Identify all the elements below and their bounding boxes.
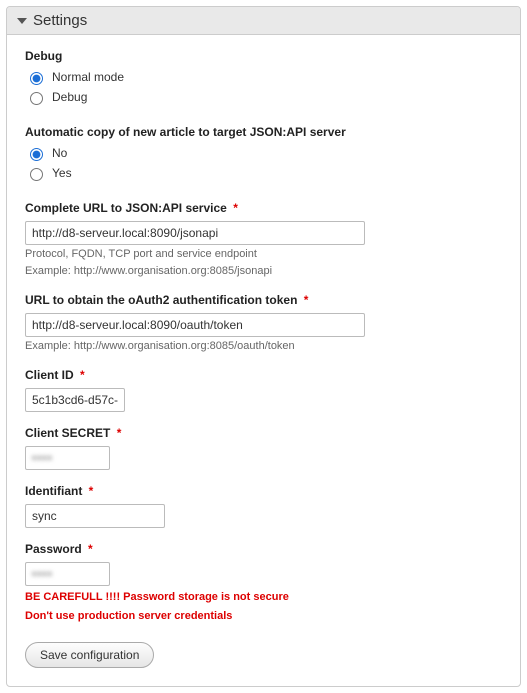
url-jsonapi-label: Complete URL to JSON:API service *	[25, 201, 502, 215]
password-warning-2: Don't use production server credentials	[25, 609, 502, 624]
settings-panel: Settings Debug Normal mode Debug Automat…	[6, 6, 521, 687]
url-oauth-label: URL to obtain the oAuth2 authentificatio…	[25, 293, 502, 307]
password-label: Password *	[25, 542, 502, 556]
autocopy-label-yes: Yes	[52, 166, 72, 180]
required-asterisk: *	[304, 293, 309, 307]
password-warning-1: BE CAREFULL !!!! Password storage is not…	[25, 590, 502, 605]
url-oauth-field: URL to obtain the oAuth2 authentificatio…	[25, 293, 502, 354]
autocopy-label-no: No	[52, 146, 67, 160]
client-secret-label: Client SECRET *	[25, 426, 502, 440]
password-input[interactable]: ••••	[25, 562, 110, 586]
url-oauth-input[interactable]	[25, 313, 365, 337]
save-configuration-button[interactable]: Save configuration	[25, 642, 154, 668]
panel-body: Debug Normal mode Debug Automatic copy o…	[7, 35, 520, 686]
password-field: Password * •••• BE CAREFULL !!!! Passwor…	[25, 542, 502, 625]
debug-option-normal[interactable]: Normal mode	[25, 69, 502, 85]
autocopy-option-no[interactable]: No	[25, 145, 502, 161]
required-asterisk: *	[89, 484, 94, 498]
identifiant-field: Identifiant *	[25, 484, 502, 528]
debug-label-debug: Debug	[52, 90, 87, 104]
url-jsonapi-field: Complete URL to JSON:API service * Proto…	[25, 201, 502, 279]
identifiant-input[interactable]	[25, 504, 165, 528]
url-oauth-help1: Example: http://www.organisation.org:808…	[25, 339, 502, 354]
autocopy-group: Automatic copy of new article to target …	[25, 125, 502, 181]
url-jsonapi-help2: Example: http://www.organisation.org:808…	[25, 264, 502, 279]
required-asterisk: *	[117, 426, 122, 440]
actions-row: Save configuration	[25, 642, 502, 668]
debug-radio-normal[interactable]	[30, 72, 43, 85]
client-id-field: Client ID *	[25, 368, 502, 412]
client-secret-field: Client SECRET * ••••	[25, 426, 502, 470]
required-asterisk: *	[233, 201, 238, 215]
url-jsonapi-help1: Protocol, FQDN, TCP port and service end…	[25, 247, 502, 262]
debug-group: Debug Normal mode Debug	[25, 49, 502, 105]
autocopy-option-yes[interactable]: Yes	[25, 165, 502, 181]
collapse-triangle-icon	[17, 18, 27, 24]
required-asterisk: *	[80, 368, 85, 382]
client-id-input[interactable]	[25, 388, 125, 412]
client-id-label-text: Client ID	[25, 368, 74, 382]
url-jsonapi-label-text: Complete URL to JSON:API service	[25, 201, 227, 215]
debug-title: Debug	[25, 49, 502, 63]
url-oauth-label-text: URL to obtain the oAuth2 authentificatio…	[25, 293, 297, 307]
autocopy-radio-yes[interactable]	[30, 168, 43, 181]
identifiant-label-text: Identifiant	[25, 484, 82, 498]
client-secret-label-text: Client SECRET	[25, 426, 110, 440]
url-jsonapi-input[interactable]	[25, 221, 365, 245]
panel-title: Settings	[33, 12, 87, 29]
client-id-label: Client ID *	[25, 368, 502, 382]
password-label-text: Password	[25, 542, 82, 556]
autocopy-radio-no[interactable]	[30, 148, 43, 161]
autocopy-title: Automatic copy of new article to target …	[25, 125, 502, 139]
debug-radio-debug[interactable]	[30, 92, 43, 105]
required-asterisk: *	[88, 542, 93, 556]
identifiant-label: Identifiant *	[25, 484, 502, 498]
client-secret-input[interactable]: ••••	[25, 446, 110, 470]
debug-option-debug[interactable]: Debug	[25, 89, 502, 105]
panel-header[interactable]: Settings	[7, 7, 520, 35]
debug-label-normal: Normal mode	[52, 70, 124, 84]
